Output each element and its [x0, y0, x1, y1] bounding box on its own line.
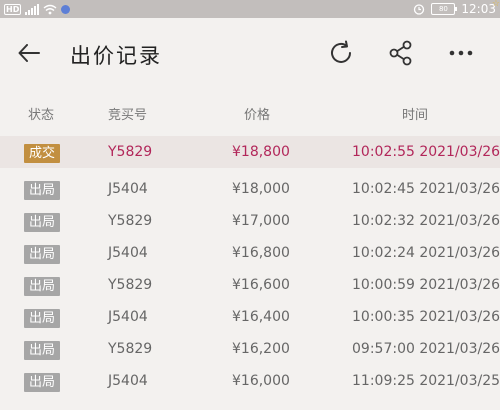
- wifi-icon: [43, 4, 57, 14]
- status-badge: 出局: [24, 309, 60, 328]
- table-row: 出局 J5404 ¥16,800 10:02:24 2021/03/26: [0, 237, 500, 269]
- bid-price: ¥17,000: [232, 213, 290, 229]
- bidder-number: J5404: [108, 373, 148, 389]
- bid-price: ¥18,800: [232, 144, 290, 160]
- status-badge: 出局: [24, 277, 60, 296]
- bid-time: 10:02:32 2021/03/26: [352, 213, 500, 229]
- alarm-icon: [414, 4, 425, 15]
- column-header-status: 状态: [28, 108, 55, 123]
- more-icon[interactable]: [446, 38, 476, 68]
- bid-price: ¥16,400: [232, 309, 290, 325]
- app-bar: 出价记录: [0, 18, 500, 90]
- status-badge: 出局: [24, 213, 60, 232]
- bidder-number: J5404: [108, 309, 148, 325]
- bidder-number: J5404: [108, 245, 148, 261]
- signal-icon: [25, 3, 40, 15]
- table-row: 出局 Y5829 ¥16,600 10:00:59 2021/03/26: [0, 269, 500, 301]
- column-header-time: 时间: [402, 108, 429, 123]
- bid-time: 10:00:59 2021/03/26: [352, 277, 500, 293]
- table-row: 出局 Y5829 ¥17,000 10:02:32 2021/03/26: [0, 205, 500, 237]
- bid-price: ¥16,600: [232, 277, 290, 293]
- bid-price: ¥16,200: [232, 341, 290, 357]
- table-row: 成交 Y5829 ¥18,800 10:02:55 2021/03/26: [0, 136, 500, 168]
- bid-price: ¥16,800: [232, 245, 290, 261]
- star-icon: ☆: [491, 0, 500, 9]
- status-bar: HD 80 12:03 ☆: [0, 0, 500, 18]
- status-badge: 出局: [24, 181, 60, 200]
- bid-time: 10:02:45 2021/03/26: [352, 181, 500, 197]
- bid-time: 11:09:25 2021/03/25: [352, 373, 500, 389]
- bid-time: 10:02:24 2021/03/26: [352, 245, 500, 261]
- bid-price: ¥16,000: [232, 373, 290, 389]
- network-type-badge: HD: [4, 3, 22, 15]
- battery-icon: 80: [431, 3, 458, 15]
- bid-time: 10:02:55 2021/03/26: [352, 144, 500, 160]
- bidder-number: Y5829: [108, 341, 153, 357]
- bidder-number: Y5829: [108, 144, 153, 160]
- table-row: 出局 J5404 ¥16,400 10:00:35 2021/03/26: [0, 301, 500, 333]
- table-row: 出局 J5404 ¥18,000 10:02:45 2021/03/26: [0, 173, 500, 205]
- column-header-bidder: 竞买号: [108, 108, 148, 123]
- column-header-price: 价格: [244, 108, 271, 123]
- status-badge: 出局: [24, 341, 60, 360]
- bidder-number: J5404: [108, 181, 148, 197]
- table-row: 出局 J5404 ¥16,000 11:09:25 2021/03/25: [0, 365, 500, 397]
- refresh-icon[interactable]: [326, 38, 356, 68]
- status-badge: 成交: [24, 144, 60, 163]
- status-badge: 出局: [24, 245, 60, 264]
- back-arrow-icon[interactable]: [18, 44, 40, 62]
- bidder-number: Y5829: [108, 277, 153, 293]
- clock-text: 12:03: [461, 2, 496, 16]
- app-notification-icon: [61, 4, 71, 14]
- page-title: 出价记录: [70, 44, 162, 68]
- share-icon[interactable]: [386, 38, 416, 68]
- bid-time: 10:00:35 2021/03/26: [352, 309, 500, 325]
- table-row: 出局 Y5829 ¥16,200 09:57:00 2021/03/26: [0, 333, 500, 365]
- table-header: 状态 竞买号 价格 时间: [0, 104, 500, 124]
- bid-price: ¥18,000: [232, 181, 290, 197]
- bidder-number: Y5829: [108, 213, 153, 229]
- status-badge: 出局: [24, 373, 60, 392]
- bid-time: 09:57:00 2021/03/26: [352, 341, 500, 357]
